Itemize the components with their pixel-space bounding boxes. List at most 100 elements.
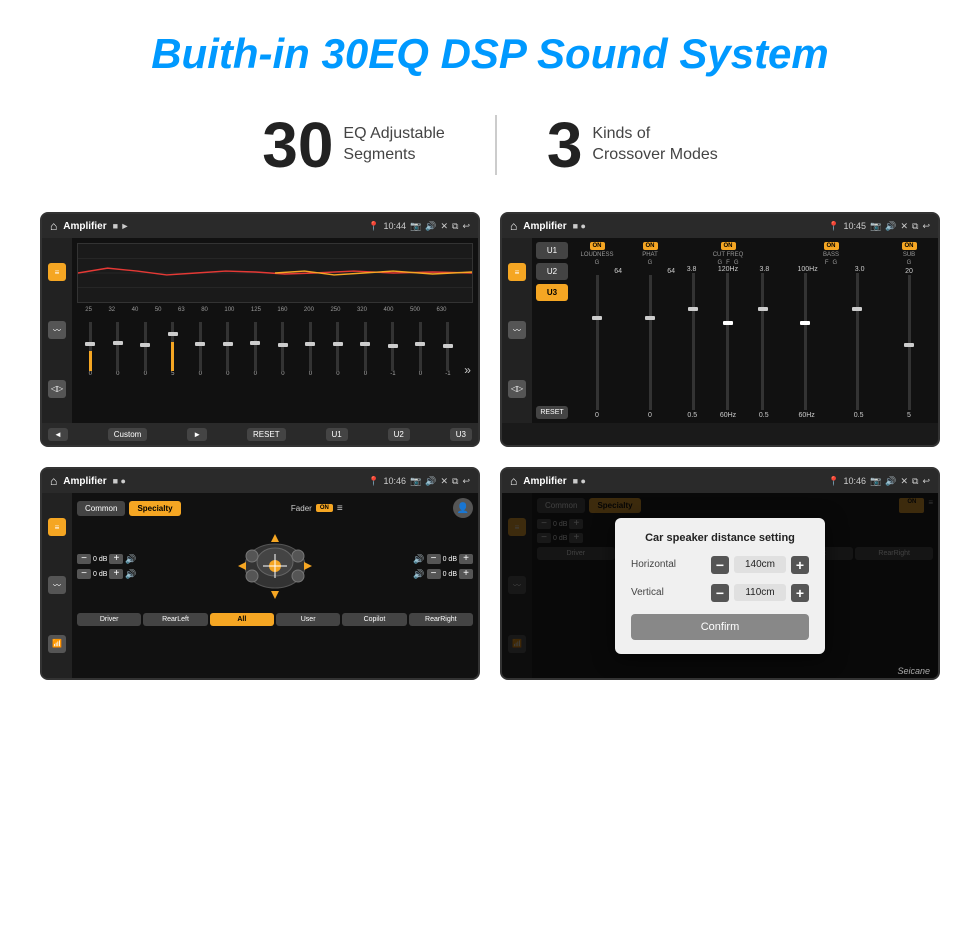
vertical-plus-btn[interactable]: +: [791, 584, 809, 602]
cx-close-icon[interactable]: ✕: [900, 221, 908, 232]
sp-br-minus[interactable]: −: [427, 569, 441, 579]
sp-home-icon[interactable]: ⌂: [50, 474, 57, 488]
dialog-vertical-label: Vertical: [631, 587, 696, 598]
cx-sb-icon-1[interactable]: ≡: [508, 263, 526, 281]
sub-on[interactable]: ON: [902, 242, 917, 250]
eq-slider-12[interactable]: 0: [409, 322, 432, 377]
eq-time: 10:44: [384, 221, 407, 231]
eq-slider-expand[interactable]: »: [464, 363, 471, 377]
cx-u2-btn[interactable]: U2: [536, 263, 568, 280]
sp-specialty-tab[interactable]: Specialty: [129, 501, 180, 516]
car-diagram: [141, 524, 410, 609]
eq-labels-row: 25 32 40 50 63 80 100 125 160 200 250 32…: [77, 307, 473, 313]
cx-band-bass: ON BASS FG 100Hz3.0: [781, 242, 881, 419]
back-icon[interactable]: ↩: [462, 221, 470, 232]
eq-slider-13[interactable]: -1: [437, 322, 460, 377]
sp-status-bar: ⌂ Amplifier ■ ● 📍 10:46 📷 🔊 ✕ ⧉ ↩: [42, 469, 478, 493]
cx-reset-btn[interactable]: RESET: [536, 406, 568, 419]
eq-lbl-15: [463, 307, 465, 313]
vertical-minus-btn[interactable]: −: [711, 584, 729, 602]
stat-text-cx: Kinds ofCrossover Modes: [592, 124, 717, 166]
eq-lbl-1: 32: [108, 307, 115, 313]
eq-sidebar-volume[interactable]: ◁▷: [48, 380, 66, 398]
close-icon[interactable]: ✕: [440, 221, 448, 232]
dist-home-icon[interactable]: ⌂: [510, 474, 517, 488]
eq-sidebar-tuner[interactable]: ≡: [48, 263, 66, 281]
phat-on[interactable]: ON: [643, 242, 658, 250]
eq-slider-1[interactable]: 0: [107, 322, 130, 377]
eq-slider-9[interactable]: 0: [327, 322, 350, 377]
sp-common-tab[interactable]: Common: [77, 501, 125, 516]
sp-vol-icon: 🔊: [425, 476, 436, 487]
sp-win-icon: ⧉: [452, 476, 458, 487]
cx-win-icon: ⧉: [912, 221, 918, 232]
eq-slider-5[interactable]: 0: [217, 322, 240, 377]
stat-crossover: 3 Kinds ofCrossover Modes: [497, 108, 768, 182]
eq-u2-btn[interactable]: U2: [388, 428, 410, 441]
sp-bl-plus[interactable]: +: [109, 569, 123, 579]
sp-tr-minus[interactable]: −: [427, 554, 441, 564]
sp-tr-plus[interactable]: +: [459, 554, 473, 564]
horizontal-plus-btn[interactable]: +: [791, 556, 809, 574]
sp-tl-minus[interactable]: −: [77, 554, 91, 564]
sp-rearleft-btn[interactable]: RearLeft: [143, 613, 207, 626]
cx-back-icon[interactable]: ↩: [922, 221, 930, 232]
eq-slider-6[interactable]: 0: [244, 322, 267, 377]
sp-fader-on[interactable]: ON: [316, 504, 333, 512]
eq-slider-8[interactable]: 0: [299, 322, 322, 377]
sp-bl-minus[interactable]: −: [77, 569, 91, 579]
sp-copilot-btn[interactable]: Copilot: [342, 613, 406, 626]
dist-back-icon[interactable]: ↩: [922, 476, 930, 487]
sp-user-btn[interactable]: User: [276, 613, 340, 626]
cx-band-cutfreq: ON CUT FREQ GFG 3.8120Hz3.8: [678, 242, 778, 419]
sp-rearright-btn[interactable]: RearRight: [409, 613, 473, 626]
eq-slider-2[interactable]: 0: [134, 322, 157, 377]
eq-u1-btn[interactable]: U1: [326, 428, 348, 441]
sp-sb-icon-3[interactable]: 📶: [48, 635, 66, 653]
stat-number-cx: 3: [547, 108, 583, 182]
dist-close-icon[interactable]: ✕: [900, 476, 908, 487]
horizontal-minus-btn[interactable]: −: [711, 556, 729, 574]
sub-label: SUB: [903, 252, 915, 258]
sp-time: 10:46: [384, 476, 407, 486]
cx-home-icon[interactable]: ⌂: [510, 219, 517, 233]
sp-br-plus[interactable]: +: [459, 569, 473, 579]
eq-next-btn[interactable]: ►: [187, 428, 207, 441]
eq-slider-4[interactable]: 0: [189, 322, 212, 377]
eq-lbl-0: 25: [85, 307, 92, 313]
eq-slider-10[interactable]: 0: [354, 322, 377, 377]
sp-sb-icon-2[interactable]: 〰: [48, 576, 66, 594]
eq-prev-btn[interactable]: ◄: [48, 428, 68, 441]
confirm-button[interactable]: Confirm: [631, 614, 809, 640]
sp-all-btn[interactable]: All: [210, 613, 274, 626]
eq-u3-btn[interactable]: U3: [450, 428, 472, 441]
sp-back-icon[interactable]: ↩: [462, 476, 470, 487]
loudness-on[interactable]: ON: [590, 242, 605, 250]
eq-reset-btn[interactable]: RESET: [247, 428, 286, 441]
cutfreq-on[interactable]: ON: [721, 242, 736, 250]
sp-close-icon[interactable]: ✕: [440, 476, 448, 487]
cx-u1-btn[interactable]: U1: [536, 242, 568, 259]
bass-on[interactable]: ON: [824, 242, 839, 250]
eq-slider-0[interactable]: 0: [79, 322, 102, 377]
eq-slider-11[interactable]: -1: [382, 322, 405, 377]
eq-lbl-8: 160: [277, 307, 287, 313]
eq-custom-btn[interactable]: Custom: [108, 428, 148, 441]
cx-u3-btn[interactable]: U3: [536, 284, 568, 301]
cx-sb-icon-3[interactable]: ◁▷: [508, 380, 526, 398]
sp-sb-icon-1[interactable]: ≡: [48, 518, 66, 536]
sp-profile-icon[interactable]: 👤: [453, 498, 473, 518]
eq-bottom-bar: ◄ Custom ► RESET U1 U2 U3: [42, 423, 478, 445]
seicane-watermark: Seicane: [897, 666, 930, 676]
loudness-label: LOUDNESS: [580, 252, 613, 258]
eq-sidebar-wave[interactable]: 〰: [48, 321, 66, 339]
home-icon[interactable]: ⌂: [50, 219, 57, 233]
dist-vol-icon: 🔊: [885, 476, 896, 487]
eq-slider-3[interactable]: 5: [162, 322, 185, 377]
distance-dialog-overlay: Car speaker distance setting Horizontal …: [502, 493, 938, 678]
eq-slider-7[interactable]: 0: [272, 322, 295, 377]
sp-driver-btn[interactable]: Driver: [77, 613, 141, 626]
sp-tl-plus[interactable]: +: [109, 554, 123, 564]
cx-sb-icon-2[interactable]: 〰: [508, 321, 526, 339]
dist-status-bar: ⌂ Amplifier ■ ● 📍 10:46 📷 🔊 ✕ ⧉ ↩: [502, 469, 938, 493]
